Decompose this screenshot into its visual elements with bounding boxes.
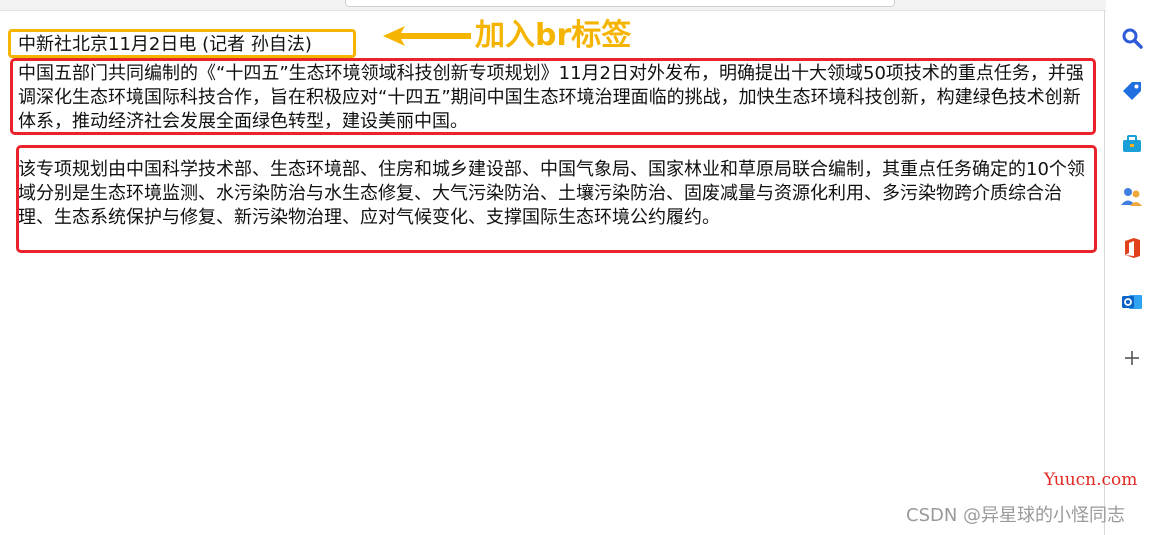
csdn-watermark: CSDN @异星球的小怪同志 (906, 505, 1126, 526)
tag-icon[interactable] (1120, 79, 1144, 103)
office-icon[interactable] (1120, 236, 1144, 260)
paragraph-1-highlight-box (10, 58, 1096, 135)
toolbox-icon[interactable] (1120, 132, 1144, 156)
browser-top-bar (0, 0, 1106, 11)
plus-icon[interactable] (1120, 346, 1144, 370)
search-icon[interactable] (1120, 26, 1144, 50)
site-watermark: Yuucn.com (1044, 470, 1138, 490)
arrow-left-icon (383, 26, 471, 46)
people-icon[interactable] (1120, 184, 1144, 208)
browser-sidebar (1106, 0, 1154, 535)
paragraph-2-highlight-box (16, 145, 1097, 253)
address-bar[interactable] (345, 0, 895, 7)
annotation-label: 加入br标签 (475, 18, 632, 53)
outlook-icon[interactable] (1120, 290, 1144, 314)
dateline-highlight-box (8, 29, 356, 58)
